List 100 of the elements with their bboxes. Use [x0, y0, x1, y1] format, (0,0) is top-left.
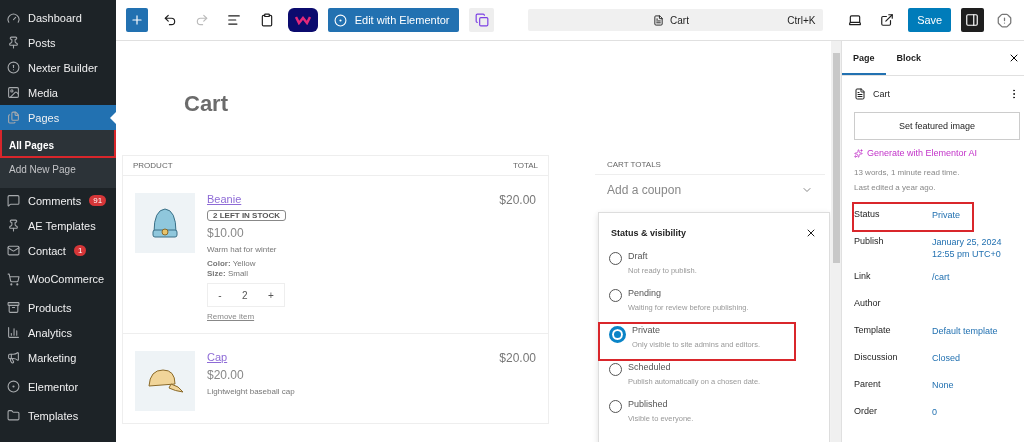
product-link[interactable]: Cap — [207, 351, 488, 363]
radio-button[interactable] — [609, 289, 622, 302]
sidebar-label: Analytics — [28, 326, 73, 339]
mail-icon — [7, 244, 20, 257]
remove-link[interactable]: Remove item — [207, 312, 488, 321]
plus-icon — [130, 13, 145, 27]
sidebar-label: Nexter Builder — [28, 61, 98, 74]
pages-icon — [7, 111, 20, 124]
sidebar-label: Pages — [28, 111, 60, 124]
bar-chart-icon — [7, 326, 20, 339]
product-attribute: Size: Small — [207, 269, 249, 278]
sidebar-item[interactable]: Media — [0, 80, 116, 105]
add-block-button[interactable] — [126, 8, 149, 32]
option-label: Draft — [628, 251, 649, 261]
sidebar-item[interactable]: Templates — [0, 403, 116, 428]
sidebar-item[interactable]: Marketing — [0, 345, 116, 370]
coupon-toggle[interactable]: Add a coupon — [595, 175, 825, 205]
redo-icon — [194, 13, 209, 27]
submenu-item[interactable]: All Pages — [0, 132, 116, 158]
pin-icon — [7, 36, 20, 49]
copy-pages-button[interactable] — [469, 8, 494, 32]
sidebar-item[interactable]: WooCommerce — [0, 263, 116, 295]
gauge-icon — [7, 11, 20, 25]
scrollbar-thumb[interactable] — [832, 53, 840, 263]
quantity-field[interactable]: - 2 + — [207, 283, 285, 307]
field-label: Publish — [854, 236, 885, 246]
page-title: Cart — [184, 91, 229, 117]
command-title: Cart — [670, 14, 690, 26]
sidebar-label: Posts — [28, 36, 56, 49]
option-label: Private — [632, 325, 661, 335]
field-value-link[interactable]: None — [932, 379, 954, 392]
sparkles-icon — [854, 148, 863, 158]
line-total: $20.00 — [499, 351, 536, 367]
cart-totals-heading: CART TOTALS — [595, 155, 825, 175]
external-link-icon — [879, 13, 894, 27]
document-icon — [653, 14, 665, 26]
plugin-logo-button[interactable] — [287, 8, 318, 32]
column-header: PRODUCT — [133, 161, 173, 170]
image-icon — [7, 86, 20, 99]
close-icon[interactable] — [1008, 52, 1020, 64]
copy-icon — [474, 13, 489, 27]
field-value-link[interactable]: Private — [932, 209, 960, 222]
pin-icon — [7, 219, 20, 232]
cap-drawing — [145, 366, 185, 396]
command-bar[interactable]: Cart Ctrl+K — [527, 9, 824, 31]
post-meta-text: Last edited a year ago. — [854, 183, 937, 192]
alert-icon — [997, 12, 1013, 28]
sidebar-label: Marketing — [28, 351, 77, 364]
sidebar-label: AE Templates — [28, 219, 96, 232]
increase-button[interactable]: + — [267, 289, 274, 301]
sidebar-label: Comments — [28, 194, 82, 207]
comment-icon — [7, 194, 20, 207]
field-value-link[interactable]: Closed — [932, 352, 960, 365]
settings-panel-button[interactable] — [961, 8, 984, 32]
radio-button[interactable] — [609, 400, 622, 413]
sidebar-item[interactable]: Comments 91 — [0, 188, 116, 213]
sidebar-item[interactable]: AE Templates — [0, 213, 116, 238]
radio-button[interactable] — [609, 363, 622, 376]
product-attribute: Color: Yellow — [207, 259, 257, 268]
list-icon — [227, 13, 242, 27]
field-label: Link — [854, 271, 872, 282]
field-label: Discussion — [854, 352, 899, 363]
option-label: Scheduled — [628, 362, 672, 372]
sidebar-item[interactable]: Elementor — [0, 370, 116, 403]
radio-button[interactable] — [609, 326, 626, 343]
cart-icon — [7, 272, 20, 286]
save-button[interactable]: Save — [908, 8, 952, 32]
beanie-drawing — [150, 206, 180, 240]
panel-tab[interactable]: Block — [885, 41, 933, 75]
field-value-link[interactable]: 0 — [932, 406, 937, 419]
sidebar-item[interactable]: Posts — [0, 30, 116, 55]
option-label: Pending — [628, 288, 663, 298]
sidebar-item[interactable]: Products — [0, 295, 116, 320]
sidebar-item[interactable]: Pages — [0, 105, 116, 130]
product-link[interactable]: Beanie — [207, 193, 488, 205]
generate-ai-link[interactable]: Generate with Elementor AI — [854, 148, 1020, 158]
sidebar-item[interactable]: Nexter Builder — [0, 55, 116, 80]
sidebar-item[interactable]: Dashboard — [0, 6, 116, 30]
field-label: Author — [854, 298, 882, 309]
field-label: Order — [854, 406, 878, 417]
wave-logo-icon — [294, 15, 311, 25]
sidebar-item[interactable]: Analytics — [0, 320, 116, 345]
field-value-link[interactable]: /cart — [932, 271, 950, 284]
option-label: Published — [628, 399, 669, 409]
field-value-link[interactable]: Default template — [932, 325, 998, 338]
panel-tab[interactable]: Page — [842, 41, 886, 75]
field-label: Template — [854, 325, 892, 336]
sidebar-label: Contact — [28, 244, 66, 257]
decrease-button[interactable]: - — [218, 289, 222, 301]
radio-button[interactable] — [609, 252, 622, 265]
set-featured-image-button[interactable]: Set featured image — [854, 112, 1020, 140]
edit-with-elementor-button[interactable]: Edit with Elementor — [327, 8, 460, 32]
sidebar-item[interactable]: Contact 1 — [0, 238, 116, 263]
field-value-link[interactable]: January 25, 2024 12:55 pm UTC+0 — [932, 236, 1012, 261]
document-icon — [854, 88, 866, 100]
close-icon[interactable] — [805, 227, 817, 239]
shortcut-hint: Ctrl+K — [787, 14, 816, 26]
field-label: Parent — [854, 379, 882, 390]
laptop-icon — [847, 13, 862, 27]
megaphone-icon — [7, 351, 20, 364]
